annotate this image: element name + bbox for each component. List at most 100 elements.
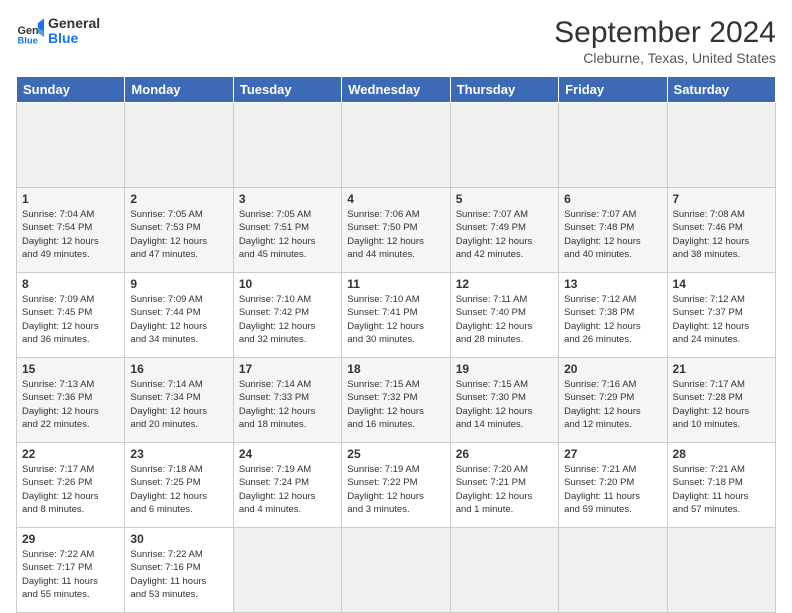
logo-general: General bbox=[48, 16, 100, 31]
day-number: 17 bbox=[239, 362, 336, 376]
table-row: 24Sunrise: 7:19 AM Sunset: 7:24 PM Dayli… bbox=[233, 443, 341, 528]
table-row: 20Sunrise: 7:16 AM Sunset: 7:29 PM Dayli… bbox=[559, 358, 667, 443]
table-row bbox=[233, 103, 341, 188]
col-wednesday: Wednesday bbox=[342, 77, 450, 103]
day-info: Sunrise: 7:05 AM Sunset: 7:53 PM Dayligh… bbox=[130, 208, 227, 261]
table-row: 8Sunrise: 7:09 AM Sunset: 7:45 PM Daylig… bbox=[17, 273, 125, 358]
table-row: 16 Sunrise: 7:14 AM Sunset: 7:34 PM Dayli… bbox=[125, 358, 233, 443]
day-info: Sunrise: 7:12 AM Sunset: 7:38 PM Dayligh… bbox=[564, 293, 661, 346]
day-info: Sunrise: 7:18 AM Sunset: 7:25 PM Dayligh… bbox=[130, 463, 227, 516]
day-info: Sunrise: 7:10 AM Sunset: 7:42 PM Dayligh… bbox=[239, 293, 336, 346]
day-info: Sunrise: 7:15 AM Sunset: 7:32 PM Dayligh… bbox=[347, 378, 444, 431]
day-info: Sunrise: 7:10 AM Sunset: 7:41 PM Dayligh… bbox=[347, 293, 444, 346]
day-info: Sunrise: 7:08 AM Sunset: 7:46 PM Dayligh… bbox=[673, 208, 770, 261]
day-info: Sunrise: 7:22 AM Sunset: 7:17 PM Dayligh… bbox=[22, 548, 119, 601]
svg-text:Blue: Blue bbox=[18, 36, 38, 46]
day-number: 27 bbox=[564, 447, 661, 461]
table-row: 28 Sunrise: 7:21 AM Sunset: 7:18 PM Dayli… bbox=[667, 443, 775, 528]
day-info: Sunrise: 7:20 AM Sunset: 7:21 PM Dayligh… bbox=[456, 463, 553, 516]
day-number: 25 bbox=[347, 447, 444, 461]
day-info: Sunrise: 7:14 AM Sunset: 7:34 PM Dayligh… bbox=[130, 378, 227, 431]
day-number: 13 bbox=[564, 277, 661, 291]
day-number: 23 bbox=[130, 447, 227, 461]
table-row: 17 Sunrise: 7:14 AM Sunset: 7:33 PM Dayli… bbox=[233, 358, 341, 443]
col-friday: Friday bbox=[559, 77, 667, 103]
day-number: 11 bbox=[347, 277, 444, 291]
day-number: 16 bbox=[130, 362, 227, 376]
col-tuesday: Tuesday bbox=[233, 77, 341, 103]
table-row: 12 Sunrise: 7:11 AM Sunset: 7:40 PM Dayli… bbox=[450, 273, 558, 358]
day-info: Sunrise: 7:21 AM Sunset: 7:18 PM Dayligh… bbox=[673, 463, 770, 516]
logo: General Blue General Blue bbox=[16, 16, 100, 47]
table-row bbox=[667, 103, 775, 188]
table-row bbox=[125, 103, 233, 188]
table-row bbox=[342, 528, 450, 613]
table-row bbox=[559, 103, 667, 188]
table-row: 13 Sunrise: 7:12 AM Sunset: 7:38 PM Dayli… bbox=[559, 273, 667, 358]
day-number: 14 bbox=[673, 277, 770, 291]
day-info: Sunrise: 7:21 AM Sunset: 7:20 PM Dayligh… bbox=[564, 463, 661, 516]
table-row bbox=[450, 103, 558, 188]
day-info: Sunrise: 7:09 AM Sunset: 7:44 PM Dayligh… bbox=[130, 293, 227, 346]
day-number: 28 bbox=[673, 447, 770, 461]
table-row: 29Sunrise: 7:22 AM Sunset: 7:17 PM Dayli… bbox=[17, 528, 125, 613]
table-row: 26Sunrise: 7:20 AM Sunset: 7:21 PM Dayli… bbox=[450, 443, 558, 528]
calendar-table: Sunday Monday Tuesday Wednesday Thursday… bbox=[16, 76, 776, 613]
page-container: General Blue General Blue September 2024… bbox=[0, 0, 792, 612]
day-number: 1 bbox=[22, 192, 119, 206]
day-info: Sunrise: 7:14 AM Sunset: 7:33 PM Dayligh… bbox=[239, 378, 336, 431]
col-thursday: Thursday bbox=[450, 77, 558, 103]
day-info: Sunrise: 7:07 AM Sunset: 7:48 PM Dayligh… bbox=[564, 208, 661, 261]
day-info: Sunrise: 7:11 AM Sunset: 7:40 PM Dayligh… bbox=[456, 293, 553, 346]
table-row: 21 Sunrise: 7:17 AM Sunset: 7:28 PM Dayli… bbox=[667, 358, 775, 443]
day-number: 9 bbox=[130, 277, 227, 291]
logo-blue: Blue bbox=[48, 31, 100, 46]
day-number: 15 bbox=[22, 362, 119, 376]
col-sunday: Sunday bbox=[17, 77, 125, 103]
table-row: 14Sunrise: 7:12 AM Sunset: 7:37 PM Dayli… bbox=[667, 273, 775, 358]
table-row: 27 Sunrise: 7:21 AM Sunset: 7:20 PM Dayli… bbox=[559, 443, 667, 528]
day-info: Sunrise: 7:17 AM Sunset: 7:26 PM Dayligh… bbox=[22, 463, 119, 516]
day-info: Sunrise: 7:16 AM Sunset: 7:29 PM Dayligh… bbox=[564, 378, 661, 431]
table-row bbox=[450, 528, 558, 613]
table-row: 25 Sunrise: 7:19 AM Sunset: 7:22 PM Dayli… bbox=[342, 443, 450, 528]
table-row: 2Sunrise: 7:05 AM Sunset: 7:53 PM Daylig… bbox=[125, 188, 233, 273]
day-number: 18 bbox=[347, 362, 444, 376]
table-row bbox=[667, 528, 775, 613]
day-info: Sunrise: 7:13 AM Sunset: 7:36 PM Dayligh… bbox=[22, 378, 119, 431]
day-info: Sunrise: 7:19 AM Sunset: 7:24 PM Dayligh… bbox=[239, 463, 336, 516]
day-number: 6 bbox=[564, 192, 661, 206]
day-number: 30 bbox=[130, 532, 227, 546]
day-number: 8 bbox=[22, 277, 119, 291]
day-number: 19 bbox=[456, 362, 553, 376]
day-number: 21 bbox=[673, 362, 770, 376]
table-row: 30 Sunrise: 7:22 AM Sunset: 7:16 PM Dayli… bbox=[125, 528, 233, 613]
table-row: 19 Sunrise: 7:15 AM Sunset: 7:30 PM Dayli… bbox=[450, 358, 558, 443]
day-number: 5 bbox=[456, 192, 553, 206]
table-row: 23 Sunrise: 7:18 AM Sunset: 7:25 PM Dayli… bbox=[125, 443, 233, 528]
month-title: September 2024 bbox=[554, 16, 776, 50]
day-number: 3 bbox=[239, 192, 336, 206]
day-number: 12 bbox=[456, 277, 553, 291]
table-row: 22 Sunrise: 7:17 AM Sunset: 7:26 PM Dayli… bbox=[17, 443, 125, 528]
day-number: 7 bbox=[673, 192, 770, 206]
day-info: Sunrise: 7:22 AM Sunset: 7:16 PM Dayligh… bbox=[130, 548, 227, 601]
day-number: 10 bbox=[239, 277, 336, 291]
day-number: 22 bbox=[22, 447, 119, 461]
day-info: Sunrise: 7:15 AM Sunset: 7:30 PM Dayligh… bbox=[456, 378, 553, 431]
day-info: Sunrise: 7:17 AM Sunset: 7:28 PM Dayligh… bbox=[673, 378, 770, 431]
table-row bbox=[233, 528, 341, 613]
day-info: Sunrise: 7:05 AM Sunset: 7:51 PM Dayligh… bbox=[239, 208, 336, 261]
location: Cleburne, Texas, United States bbox=[554, 50, 776, 66]
logo-icon: General Blue bbox=[16, 17, 44, 45]
table-row: 4Sunrise: 7:06 AM Sunset: 7:50 PM Daylig… bbox=[342, 188, 450, 273]
header: General Blue General Blue September 2024… bbox=[16, 16, 776, 66]
calendar-header-row: Sunday Monday Tuesday Wednesday Thursday… bbox=[17, 77, 776, 103]
day-info: Sunrise: 7:19 AM Sunset: 7:22 PM Dayligh… bbox=[347, 463, 444, 516]
table-row: 6 Sunrise: 7:07 AM Sunset: 7:48 PM Daylig… bbox=[559, 188, 667, 273]
table-row: 5Sunrise: 7:07 AM Sunset: 7:49 PM Daylig… bbox=[450, 188, 558, 273]
day-info: Sunrise: 7:04 AM Sunset: 7:54 PM Dayligh… bbox=[22, 208, 119, 261]
table-row bbox=[342, 103, 450, 188]
table-row: 10 Sunrise: 7:10 AM Sunset: 7:42 PM Dayli… bbox=[233, 273, 341, 358]
table-row: 15 Sunrise: 7:13 AM Sunset: 7:36 PM Dayli… bbox=[17, 358, 125, 443]
